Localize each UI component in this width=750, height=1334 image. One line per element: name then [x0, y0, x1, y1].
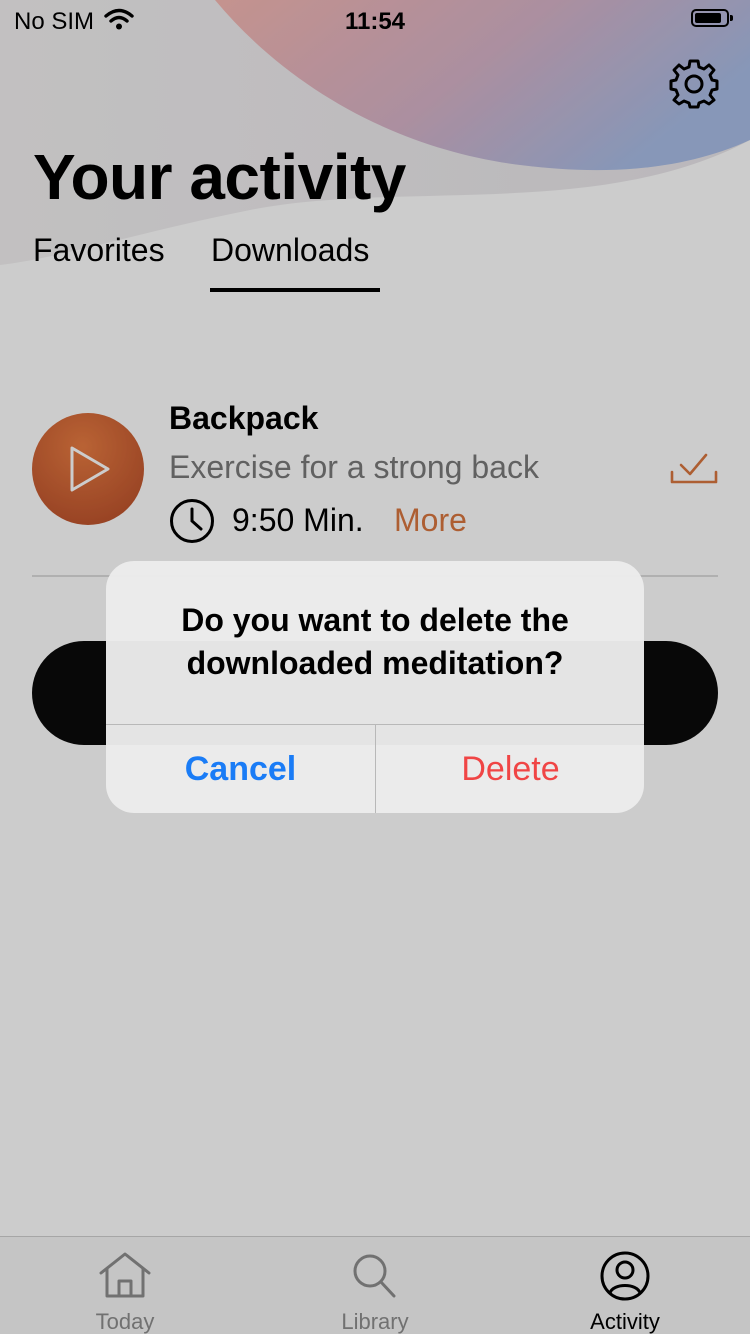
delete-button[interactable]: Delete — [376, 725, 644, 813]
activity-screen: No SIM 11:54 Your activity Favorites Dow… — [0, 0, 750, 1334]
dialog-message: Do you want to delete the downloaded med… — [181, 602, 569, 681]
delete-confirm-dialog: Do you want to delete the downloaded med… — [106, 561, 644, 813]
cancel-button[interactable]: Cancel — [106, 725, 375, 813]
